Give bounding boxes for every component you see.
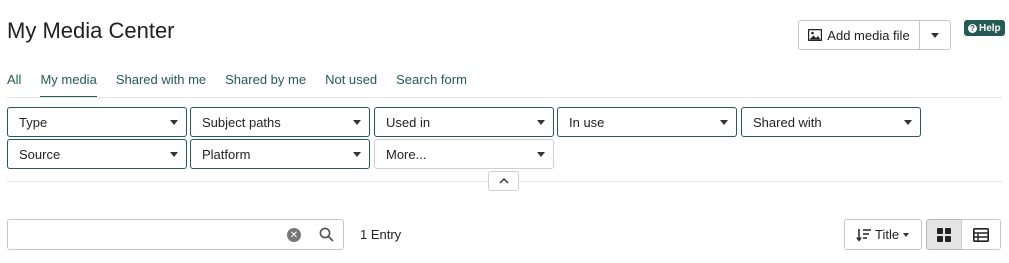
filter-used-in[interactable]: Used in (374, 107, 554, 137)
tab-not-used[interactable]: Not used (325, 72, 377, 98)
filter-type[interactable]: Type (7, 107, 187, 137)
filter-source-label: Source (19, 146, 61, 162)
search-icon[interactable] (319, 227, 334, 242)
tab-search-form[interactable]: Search form (396, 72, 467, 98)
grid-view-button[interactable] (926, 219, 962, 250)
chevron-down-icon (904, 120, 912, 125)
tab-shared-by-me[interactable]: Shared by me (225, 72, 306, 98)
add-media-group: Add media file (798, 20, 951, 50)
add-media-button[interactable]: Add media file (798, 20, 920, 50)
add-media-label: Add media file (827, 27, 910, 43)
chevron-down-icon (931, 32, 939, 38)
chevron-up-icon (498, 178, 509, 184)
entry-count: 1 Entry (360, 227, 402, 242)
filter-platform[interactable]: Platform (190, 139, 370, 169)
grid-view-icon (937, 227, 951, 242)
tabs-divider (7, 97, 1002, 98)
chevron-down-icon (720, 120, 728, 125)
clear-icon[interactable]: ✕ (287, 228, 301, 242)
filter-in-use[interactable]: In use (557, 107, 737, 137)
filter-source[interactable]: Source (7, 139, 187, 169)
help-label: Help (979, 22, 1001, 34)
filter-subject-paths[interactable]: Subject paths (190, 107, 370, 137)
chevron-down-icon (537, 152, 545, 157)
page-title: My Media Center (7, 18, 175, 43)
search-box: ✕ (7, 219, 344, 250)
chevron-down-icon (170, 120, 178, 125)
filter-type-label: Type (19, 114, 48, 130)
chevron-down-icon (170, 152, 178, 157)
sort-label: Title (875, 227, 900, 242)
chevron-down-icon (903, 232, 910, 237)
tab-bar: All My media Shared with me Shared by me… (7, 72, 486, 98)
tab-shared-with-me[interactable]: Shared with me (116, 72, 206, 98)
filter-shared-with[interactable]: Shared with (741, 107, 921, 137)
filter-subject-paths-label: Subject paths (202, 114, 281, 130)
search-input[interactable] (14, 224, 284, 246)
table-view-button[interactable] (961, 219, 1001, 250)
collapse-filters-button[interactable] (488, 171, 519, 191)
sort-button[interactable]: Title (844, 219, 922, 250)
tab-all[interactable]: All (7, 72, 21, 98)
filter-more-label: More... (386, 146, 427, 162)
filter-more[interactable]: More... (374, 139, 554, 169)
filter-shared-with-label: Shared with (753, 114, 822, 130)
help-button[interactable]: ? Help (964, 20, 1005, 36)
image-icon (808, 29, 823, 41)
table-view-icon (973, 227, 989, 242)
chevron-down-icon (353, 120, 361, 125)
chevron-down-icon (353, 152, 361, 157)
filter-used-in-label: Used in (386, 114, 431, 130)
filter-platform-label: Platform (202, 146, 251, 162)
filter-in-use-label: In use (569, 114, 605, 130)
add-media-dropdown-toggle[interactable] (920, 20, 951, 50)
tab-my-media[interactable]: My media (40, 72, 98, 98)
chevron-down-icon (537, 120, 545, 125)
sort-icon (856, 228, 871, 242)
help-icon: ? (968, 23, 977, 33)
